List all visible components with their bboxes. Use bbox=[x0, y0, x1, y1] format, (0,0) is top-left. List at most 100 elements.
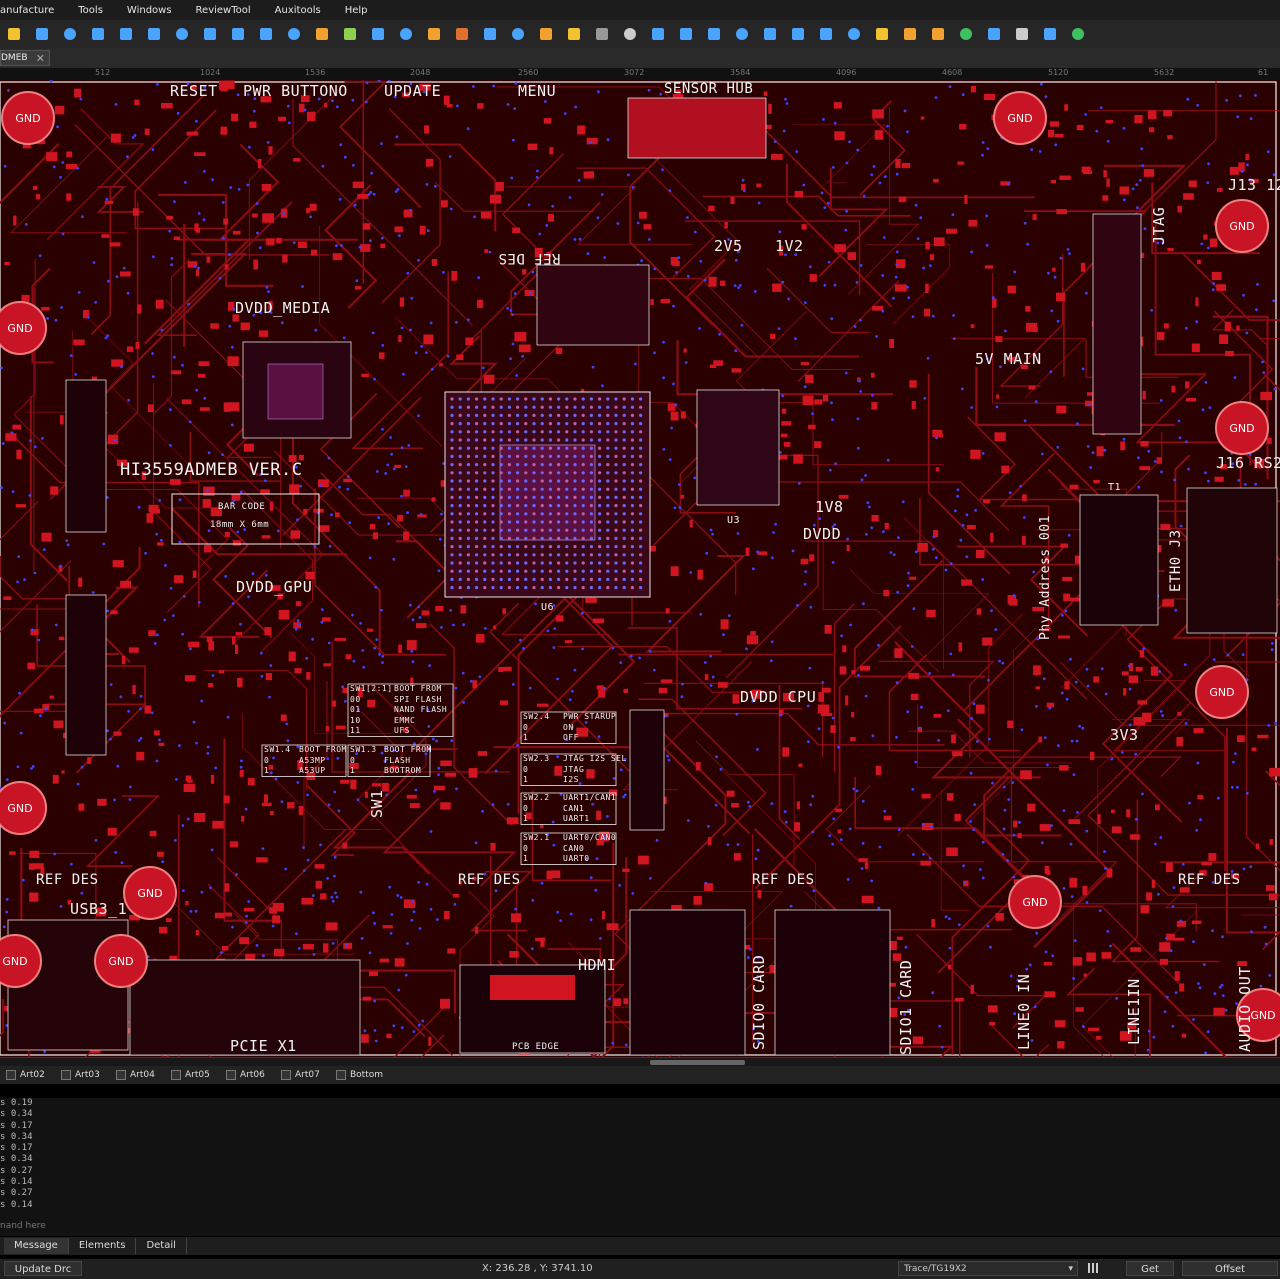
rect-icon[interactable] bbox=[116, 24, 136, 44]
report-icon[interactable] bbox=[844, 24, 864, 44]
close-icon[interactable]: ✕ bbox=[36, 52, 45, 65]
board-icon[interactable] bbox=[564, 24, 584, 44]
bga-ball bbox=[499, 487, 503, 491]
diamond-icon[interactable] bbox=[200, 24, 220, 44]
offset-button[interactable]: Offset bbox=[1182, 1261, 1278, 1276]
settings-icon[interactable] bbox=[1040, 24, 1060, 44]
sun-icon[interactable] bbox=[872, 24, 892, 44]
via bbox=[373, 1029, 377, 1032]
layer-toggle-bottom[interactable]: Bottom bbox=[336, 1070, 385, 1080]
layer-toggle-art05[interactable]: Art05 bbox=[171, 1070, 220, 1080]
layer-icon[interactable] bbox=[732, 24, 752, 44]
via bbox=[77, 291, 81, 294]
copy-icon[interactable] bbox=[312, 24, 332, 44]
route-icon[interactable] bbox=[396, 24, 416, 44]
command-input[interactable]: nand here bbox=[0, 1221, 46, 1231]
dot-icon[interactable] bbox=[172, 24, 192, 44]
smd-pad bbox=[208, 641, 214, 651]
align-icon[interactable] bbox=[480, 24, 500, 44]
trace-width-select[interactable]: Trace/TG19X2 ▾ bbox=[898, 1261, 1078, 1276]
console-line: s 0.27 bbox=[0, 1188, 33, 1199]
layer-checkbox[interactable] bbox=[6, 1070, 16, 1080]
smd-pad bbox=[1236, 325, 1240, 331]
tab-elements[interactable]: Elements bbox=[69, 1238, 137, 1254]
component-icon[interactable] bbox=[368, 24, 388, 44]
grid-icon[interactable] bbox=[1088, 1263, 1098, 1273]
grid-icon[interactable] bbox=[592, 24, 612, 44]
smd-pad bbox=[592, 618, 605, 624]
via bbox=[399, 896, 403, 899]
bga-ball bbox=[483, 397, 487, 401]
pencil-icon[interactable] bbox=[340, 24, 360, 44]
via bbox=[1171, 1024, 1175, 1028]
bga-ball bbox=[483, 528, 487, 532]
via bbox=[734, 349, 738, 353]
color-icon[interactable] bbox=[928, 24, 948, 44]
zoom-in-icon[interactable] bbox=[676, 24, 696, 44]
update-drc-button[interactable]: Update Drc bbox=[4, 1261, 82, 1276]
menu-manufacture[interactable]: anufacture bbox=[0, 5, 66, 16]
get-button[interactable]: Get bbox=[1126, 1261, 1174, 1276]
layer-toggle-art04[interactable]: Art04 bbox=[116, 1070, 165, 1080]
layer-toggle-art07[interactable]: Art07 bbox=[281, 1070, 330, 1080]
bga-ball bbox=[532, 512, 536, 516]
via bbox=[1051, 954, 1054, 958]
fill-icon[interactable] bbox=[144, 24, 164, 44]
smd-pad bbox=[9, 851, 16, 855]
text-alt-icon[interactable] bbox=[256, 24, 276, 44]
text-icon[interactable] bbox=[228, 24, 248, 44]
layer-checkbox[interactable] bbox=[61, 1070, 71, 1080]
via bbox=[981, 578, 985, 581]
arc-icon[interactable] bbox=[60, 24, 80, 44]
menu-help[interactable]: Help bbox=[333, 5, 380, 16]
bga-ball bbox=[483, 536, 487, 540]
layer-toggle-art03[interactable]: Art03 bbox=[61, 1070, 110, 1080]
export-icon[interactable] bbox=[1068, 24, 1088, 44]
line-icon[interactable] bbox=[32, 24, 52, 44]
refresh-icon[interactable] bbox=[536, 24, 556, 44]
circle-icon[interactable] bbox=[88, 24, 108, 44]
layer-checkbox[interactable] bbox=[116, 1070, 126, 1080]
lock-icon[interactable] bbox=[4, 24, 24, 44]
fanout-icon[interactable] bbox=[424, 24, 444, 44]
via bbox=[229, 186, 233, 189]
measure-icon[interactable] bbox=[816, 24, 836, 44]
via bbox=[1244, 483, 1247, 486]
via bbox=[1053, 275, 1057, 279]
group-icon[interactable] bbox=[508, 24, 528, 44]
layer-checkbox[interactable] bbox=[171, 1070, 181, 1080]
tools-icon[interactable] bbox=[1012, 24, 1032, 44]
menu-auxitools[interactable]: Auxitools bbox=[263, 5, 333, 16]
smd-pad bbox=[212, 820, 224, 829]
select-icon[interactable] bbox=[620, 24, 640, 44]
bga-ball bbox=[466, 397, 470, 401]
scroll-thumb[interactable] bbox=[650, 1060, 745, 1065]
chip-icon[interactable] bbox=[760, 24, 780, 44]
document-tab[interactable]: DMEB ✕ bbox=[0, 50, 50, 66]
pcb-canvas[interactable]: GND GND GND GND GND GND GND GND GND GND GND GND RES… bbox=[0, 80, 1280, 1057]
layer-toggle-art06[interactable]: Art06 bbox=[226, 1070, 275, 1080]
tab-message[interactable]: Message bbox=[4, 1238, 69, 1254]
cut-icon[interactable] bbox=[284, 24, 304, 44]
fill-bucket-icon[interactable] bbox=[900, 24, 920, 44]
smd-pad bbox=[1059, 765, 1069, 771]
menu-tools[interactable]: Tools bbox=[66, 5, 115, 16]
via-icon[interactable] bbox=[452, 24, 472, 44]
layer-toggle-art02[interactable]: Art02 bbox=[6, 1070, 55, 1080]
smd-pad bbox=[1160, 958, 1168, 965]
layer-checkbox[interactable] bbox=[281, 1070, 291, 1080]
drc-icon[interactable] bbox=[956, 24, 976, 44]
via bbox=[69, 354, 73, 357]
menu-reviewtool[interactable]: ReviewTool bbox=[184, 5, 263, 16]
display-icon[interactable] bbox=[984, 24, 1004, 44]
smd-pad bbox=[809, 274, 817, 282]
layer-checkbox[interactable] bbox=[336, 1070, 346, 1080]
layer-checkbox[interactable] bbox=[226, 1070, 236, 1080]
smd-pad bbox=[954, 813, 961, 822]
bga-ball bbox=[639, 438, 643, 442]
menu-windows[interactable]: Windows bbox=[115, 5, 184, 16]
tab-detail[interactable]: Detail bbox=[136, 1238, 187, 1254]
zoom-area-icon[interactable] bbox=[648, 24, 668, 44]
info-icon[interactable] bbox=[788, 24, 808, 44]
zoom-out-icon[interactable] bbox=[704, 24, 724, 44]
